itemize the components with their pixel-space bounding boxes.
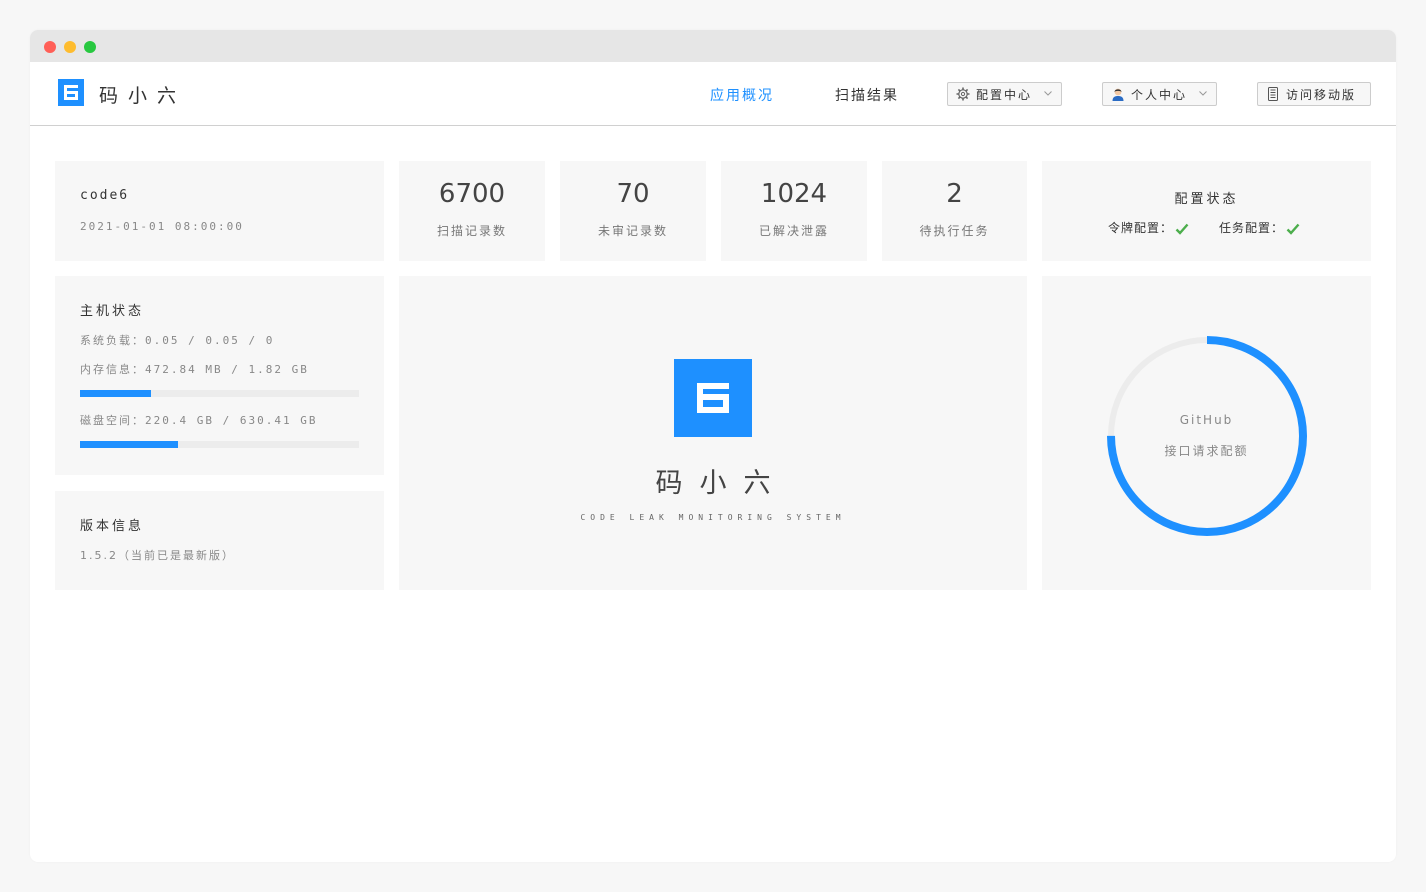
token-config-status: 令牌配置： bbox=[1108, 219, 1189, 236]
config-status-card: 配置状态 令牌配置： 任务配置： bbox=[1042, 161, 1371, 261]
stat-label: 已解决泄露 bbox=[758, 224, 829, 238]
stat-card-pending-tasks[interactable]: 2 待执行任务 bbox=[882, 161, 1027, 261]
disk-label: 磁盘空间： bbox=[80, 414, 145, 427]
user-info-card: code6 2021-01-01 08:00:00 bbox=[55, 161, 384, 261]
app-window: 码小六 应用概况 扫描结果 配置中心 个人中心 访问移动版 code6 2021… bbox=[30, 30, 1396, 862]
username: code6 bbox=[80, 188, 130, 203]
app-brand-name[interactable]: 码小六 bbox=[99, 81, 186, 108]
top-navbar: 码小六 应用概况 扫描结果 配置中心 个人中心 访问移动版 bbox=[30, 62, 1396, 126]
stat-value: 70 bbox=[616, 179, 650, 209]
window-titlebar bbox=[30, 30, 1396, 62]
quota-subtitle: 接口请求配额 bbox=[1164, 444, 1249, 458]
memory-progress-fill bbox=[80, 390, 151, 397]
brand-tagline: CODE LEAK MONITORING SYSTEM bbox=[580, 513, 846, 522]
stat-card-resolved-leaks[interactable]: 1024 已解决泄露 bbox=[721, 161, 867, 261]
memory-progress-bar bbox=[80, 390, 359, 397]
brand-large-name: 码小六 bbox=[655, 468, 788, 499]
checkmark-icon bbox=[1286, 223, 1300, 235]
stat-value: 1024 bbox=[760, 179, 828, 209]
quota-title: GitHub bbox=[1179, 413, 1234, 427]
github-quota-card: GitHub 接口请求配额 bbox=[1042, 276, 1371, 590]
memory-value: 472.84 MB / 1.82 GB bbox=[145, 363, 309, 376]
minimize-window-button[interactable] bbox=[64, 41, 76, 53]
login-time: 2021-01-01 08:00:00 bbox=[80, 220, 244, 233]
checkmark-icon bbox=[1175, 223, 1189, 235]
version-info-card: 版本信息 1.5.2（当前已是最新版） bbox=[55, 491, 384, 590]
chevron-down-icon bbox=[1044, 91, 1052, 96]
gear-icon bbox=[956, 87, 970, 101]
stat-value: 6700 bbox=[438, 179, 506, 209]
brand-showcase-card: 码小六 CODE LEAK MONITORING SYSTEM bbox=[399, 276, 1027, 590]
logo-six-icon bbox=[697, 383, 729, 413]
system-load-value: 0.05 / 0.05 / 0 bbox=[145, 334, 275, 347]
config-center-dropdown[interactable]: 配置中心 bbox=[947, 82, 1062, 106]
system-load: 系统负载：0.05 / 0.05 / 0 bbox=[80, 332, 274, 348]
app-logo[interactable] bbox=[58, 79, 84, 106]
memory-info: 内存信息：472.84 MB / 1.82 GB bbox=[80, 361, 309, 377]
version-text: 1.5.2（当前已是最新版） bbox=[80, 549, 235, 562]
host-status-title: 主机状态 bbox=[80, 304, 145, 319]
personal-center-label: 个人中心 bbox=[1131, 87, 1188, 102]
mobile-icon bbox=[1268, 87, 1278, 101]
logo-six-icon bbox=[64, 85, 78, 100]
stat-label: 扫描记录数 bbox=[436, 224, 507, 238]
disk-progress-fill bbox=[80, 441, 178, 448]
nav-scan-results[interactable]: 扫描结果 bbox=[835, 85, 899, 105]
stat-label: 待执行任务 bbox=[919, 224, 990, 238]
mobile-version-label: 访问移动版 bbox=[1286, 87, 1357, 102]
close-window-button[interactable] bbox=[44, 41, 56, 53]
stat-card-scan-records[interactable]: 6700 扫描记录数 bbox=[399, 161, 545, 261]
token-config-label: 令牌配置： bbox=[1108, 221, 1174, 235]
user-avatar-icon bbox=[1112, 88, 1124, 101]
version-title: 版本信息 bbox=[80, 519, 145, 534]
maximize-window-button[interactable] bbox=[84, 41, 96, 53]
task-config-status: 任务配置： bbox=[1219, 219, 1300, 236]
stat-value: 2 bbox=[946, 179, 963, 209]
config-status-title: 配置状态 bbox=[1174, 192, 1239, 207]
host-status-card: 主机状态 系统负载：0.05 / 0.05 / 0 内存信息：472.84 MB… bbox=[55, 276, 384, 475]
personal-center-dropdown[interactable]: 个人中心 bbox=[1102, 82, 1217, 106]
brand-large-logo bbox=[674, 359, 752, 437]
stat-card-unreviewed[interactable]: 70 未审记录数 bbox=[560, 161, 706, 261]
stat-label: 未审记录数 bbox=[597, 224, 668, 238]
disk-progress-bar bbox=[80, 441, 359, 448]
disk-info: 磁盘空间：220.4 GB / 630.41 GB bbox=[80, 412, 317, 428]
nav-overview[interactable]: 应用概况 bbox=[710, 85, 774, 105]
task-config-label: 任务配置： bbox=[1219, 221, 1285, 235]
config-center-label: 配置中心 bbox=[976, 87, 1033, 102]
quota-gauge bbox=[1107, 336, 1307, 536]
chevron-down-icon bbox=[1199, 91, 1207, 96]
disk-value: 220.4 GB / 630.41 GB bbox=[145, 414, 318, 427]
memory-label: 内存信息： bbox=[80, 363, 145, 376]
mobile-version-button[interactable]: 访问移动版 bbox=[1257, 82, 1371, 106]
system-load-label: 系统负载： bbox=[80, 334, 145, 347]
